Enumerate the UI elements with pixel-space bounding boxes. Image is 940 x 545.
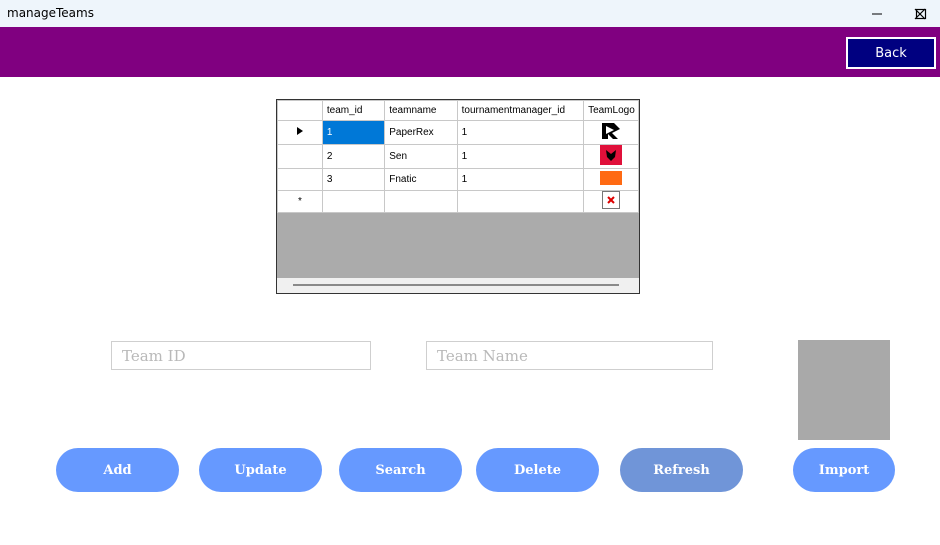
sen-logo-icon [600,145,623,165]
update-button[interactable]: Update [199,448,322,492]
row-header[interactable] [277,144,323,169]
header-bar [0,27,940,77]
delete-button[interactable]: Delete [476,448,599,492]
column-header-teamname[interactable]: teamname [384,100,458,121]
row-header[interactable] [277,168,323,191]
cell-teamname[interactable]: Fnatic [384,168,458,191]
cell-team-id[interactable]: 2 [321,144,386,169]
cell-teamlogo[interactable] [583,190,639,213]
search-button[interactable]: Search [339,448,462,492]
minimize-button[interactable] [855,0,899,27]
column-header-team-id[interactable]: team_id [321,100,386,121]
cell-teamlogo[interactable] [583,168,639,191]
paperrex-logo-icon [600,121,623,141]
grid-header-row: team_id teamname tournamentmanager_id Te… [277,100,639,121]
new-row[interactable]: * [277,190,639,213]
cell-tournamentmanager-id[interactable]: 1 [456,168,585,191]
minimize-icon [872,13,882,14]
back-button[interactable]: Back [846,37,936,69]
table-row[interactable]: 2 Sen 1 [277,144,639,169]
cell-tournamentmanager-id[interactable]: 1 [456,144,585,169]
close-button[interactable] [898,0,940,27]
cell-teamname[interactable]: Sen [384,144,458,169]
refresh-button[interactable]: Refresh [620,448,743,492]
new-row-marker: * [277,190,323,213]
table-row[interactable]: 3 Fnatic 1 [277,168,639,191]
column-header-teamlogo[interactable]: TeamLogo [583,100,639,121]
cell-teamname[interactable] [384,190,458,213]
cell-tournamentmanager-id[interactable]: 1 [456,120,585,145]
title-bar: manageTeams [0,0,940,27]
import-button[interactable]: Import [793,448,895,492]
cell-teamname[interactable]: PaperRex [384,120,458,145]
team-id-input[interactable] [111,341,371,370]
cell-team-id[interactable]: 3 [321,168,386,191]
team-name-input[interactable] [426,341,713,370]
table-row[interactable]: 1 PaperRex 1 [277,120,639,145]
cell-tournamentmanager-id[interactable] [456,190,585,213]
add-button[interactable]: Add [56,448,179,492]
broken-image-icon [602,191,621,209]
horizontal-scrollbar[interactable] [277,278,639,293]
cell-team-id[interactable]: 1 [321,120,386,145]
teams-data-grid[interactable]: team_id teamname tournamentmanager_id Te… [276,99,640,294]
window-title: manageTeams [7,6,94,20]
cell-teamlogo[interactable] [583,120,639,145]
column-header-tournamentmanager-id[interactable]: tournamentmanager_id [456,100,585,121]
triangle-right-icon [296,127,303,135]
current-row-indicator[interactable] [277,120,323,145]
cell-team-id[interactable] [321,190,386,213]
logo-preview-picturebox [798,340,890,440]
close-icon [914,8,926,19]
row-header-corner [277,100,323,121]
fnatic-logo-icon [600,171,623,185]
scrollbar-thumb[interactable] [293,284,619,286]
cell-teamlogo[interactable] [583,144,639,169]
